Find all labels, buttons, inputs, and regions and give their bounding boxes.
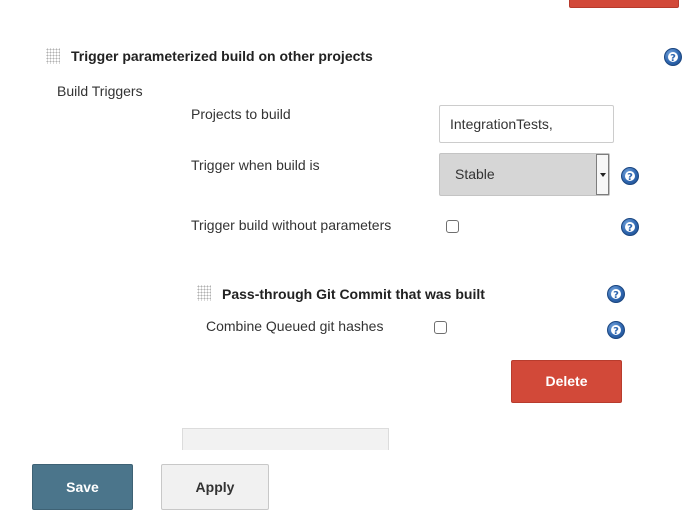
trigger-when-select[interactable]: Stable (439, 153, 610, 196)
help-icon[interactable]: ? (607, 285, 625, 303)
top-delete-button[interactable] (569, 0, 679, 8)
projects-to-build-input[interactable]: IntegrationTests, (439, 105, 614, 143)
add-parameters-button[interactable] (182, 428, 389, 450)
section-title: Trigger parameterized build on other pro… (71, 48, 373, 64)
save-button[interactable]: Save (32, 464, 133, 510)
chevron-down-icon[interactable] (596, 154, 609, 195)
help-icon[interactable]: ? (664, 48, 682, 66)
without-params-checkbox[interactable] (446, 220, 459, 233)
projects-to-build-label: Projects to build (191, 106, 291, 122)
drag-handle-icon[interactable] (197, 285, 211, 301)
subsection-title: Pass-through Git Commit that was built (222, 286, 485, 302)
trigger-when-label: Trigger when build is (191, 157, 320, 173)
help-icon[interactable]: ? (621, 218, 639, 236)
combine-hashes-label: Combine Queued git hashes (206, 318, 384, 334)
combine-hashes-checkbox[interactable] (434, 321, 447, 334)
apply-button[interactable]: Apply (161, 464, 269, 510)
delete-button[interactable]: Delete (511, 360, 622, 403)
build-triggers-label: Build Triggers (57, 83, 143, 99)
help-icon[interactable]: ? (621, 167, 639, 185)
trigger-when-value: Stable (455, 166, 495, 182)
without-params-label: Trigger build without parameters (191, 217, 392, 233)
help-icon[interactable]: ? (607, 321, 625, 339)
drag-handle-icon[interactable] (46, 48, 60, 64)
